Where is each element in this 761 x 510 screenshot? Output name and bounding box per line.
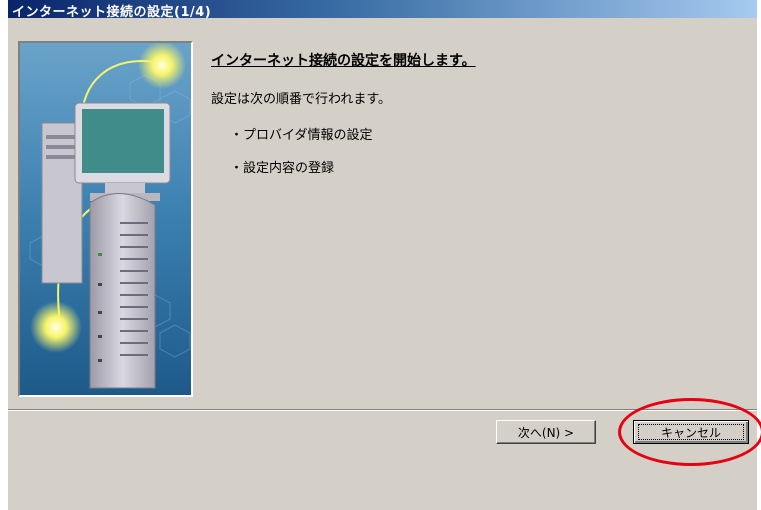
- setup-dialog: インターネット接続の設定(1/4) インターネット接続の設定を開始します。 設定…: [7, 0, 761, 510]
- cancel-button[interactable]: キャンセル: [633, 420, 749, 444]
- setup-illustration: [18, 41, 193, 397]
- page-heading: インターネット接続の設定を開始します。: [211, 53, 476, 69]
- window-title: インターネット接続の設定(1/4): [12, 5, 212, 20]
- button-divider: [8, 409, 757, 411]
- next-button[interactable]: 次へ(N) >: [496, 420, 596, 444]
- glow-orb-icon: [138, 43, 186, 89]
- illustration-graphic: [20, 43, 191, 395]
- cancel-button-label: キャンセル: [660, 426, 721, 440]
- title-bar[interactable]: インターネット接続の設定(1/4): [8, 0, 757, 20]
- step-item: ・設定内容の登録: [230, 161, 335, 176]
- router-device-icon: [89, 193, 156, 389]
- step-item: ・プロバイダ情報の設定: [230, 128, 373, 143]
- intro-text: 設定は次の順番で行われます。: [211, 92, 392, 107]
